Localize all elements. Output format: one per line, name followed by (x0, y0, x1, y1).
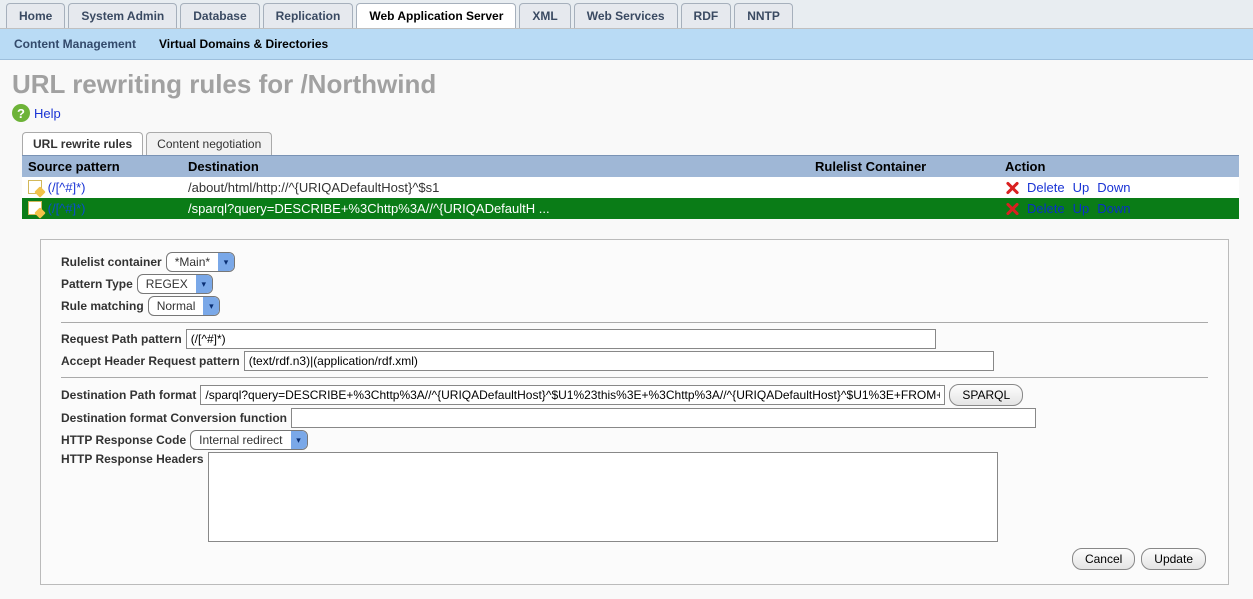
delete-icon[interactable] (1005, 202, 1019, 216)
tab-nntp[interactable]: NNTP (734, 3, 793, 28)
destination-path-format-label: Destination Path format (61, 388, 196, 402)
sparql-button[interactable]: SPARQL (949, 384, 1023, 406)
rule-matching-label: Rule matching (61, 299, 144, 313)
down-link[interactable]: Down (1097, 201, 1130, 216)
tab-rdf[interactable]: RDF (681, 3, 732, 28)
delete-link[interactable]: Delete (1027, 201, 1065, 216)
table-row[interactable]: (/[^#]*) /sparql?query=DESCRIBE+%3Chttp%… (22, 198, 1239, 219)
http-response-headers-label: HTTP Response Headers (61, 452, 204, 466)
destination-cell: /sparql?query=DESCRIBE+%3Chttp%3A//^{URI… (182, 198, 809, 219)
pattern-type-select[interactable]: REGEX▾ (137, 274, 213, 294)
down-link[interactable]: Down (1097, 180, 1130, 195)
tab-database[interactable]: Database (180, 3, 259, 28)
destination-cell: /about/html/http://^{URIQADefaultHost}^$… (182, 177, 809, 198)
container-cell (809, 177, 999, 198)
source-pattern-link[interactable]: (/[^#]*) (48, 180, 86, 195)
delete-icon[interactable] (1005, 181, 1019, 195)
subtab-content-mgmt[interactable]: Content Management (10, 29, 140, 59)
accept-header-pattern-label: Accept Header Request pattern (61, 354, 240, 368)
tab-web-services[interactable]: Web Services (574, 3, 678, 28)
tab-system-admin[interactable]: System Admin (68, 3, 177, 28)
dest-conversion-input[interactable] (291, 408, 1036, 428)
pattern-type-label: Pattern Type (61, 277, 133, 291)
rulelist-container-label: Rulelist container (61, 255, 162, 269)
chevron-down-icon: ▾ (196, 275, 212, 293)
chevron-down-icon: ▾ (291, 431, 307, 449)
rules-table: Source pattern Destination Rulelist Cont… (22, 155, 1239, 219)
tab-web-app-server[interactable]: Web Application Server (356, 3, 516, 28)
chevron-down-icon: ▾ (218, 253, 234, 271)
up-link[interactable]: Up (1073, 201, 1090, 216)
tab-replication[interactable]: Replication (263, 3, 354, 28)
help-link[interactable]: Help (34, 106, 61, 121)
tab-home[interactable]: Home (6, 3, 65, 28)
http-response-code-label: HTTP Response Code (61, 433, 186, 447)
rule-matching-select[interactable]: Normal▾ (148, 296, 221, 316)
sub-tabbar: Content Management Virtual Domains & Dir… (0, 29, 1253, 60)
help-icon: ? (12, 104, 30, 122)
rulelist-container-select[interactable]: *Main*▾ (166, 252, 235, 272)
subtab-virtual-domains[interactable]: Virtual Domains & Directories (155, 29, 332, 59)
col-destination: Destination (182, 156, 809, 178)
http-response-code-select[interactable]: Internal redirect▾ (190, 430, 307, 450)
request-path-pattern-input[interactable] (186, 329, 936, 349)
http-response-headers-textarea[interactable] (208, 452, 998, 542)
col-action: Action (999, 156, 1239, 178)
edit-icon[interactable] (28, 201, 42, 215)
delete-link[interactable]: Delete (1027, 180, 1065, 195)
source-pattern-link[interactable]: (/[^#]*) (48, 201, 86, 216)
accept-header-pattern-input[interactable] (244, 351, 994, 371)
col-source-pattern: Source pattern (22, 156, 182, 178)
container-cell (809, 198, 999, 219)
inner-tab-content-negotiation[interactable]: Content negotiation (146, 132, 272, 155)
table-row[interactable]: (/[^#]*) /about/html/http://^{URIQADefau… (22, 177, 1239, 198)
top-tabbar: Home System Admin Database Replication W… (0, 0, 1253, 29)
cancel-button[interactable]: Cancel (1072, 548, 1135, 570)
edit-icon[interactable] (28, 180, 42, 194)
tab-xml[interactable]: XML (519, 3, 570, 28)
dest-conversion-label: Destination format Conversion function (61, 411, 287, 425)
rule-edit-form: Rulelist container *Main*▾ Pattern Type … (40, 239, 1229, 585)
destination-path-format-input[interactable] (200, 385, 945, 405)
inner-tab-url-rewrite[interactable]: URL rewrite rules (22, 132, 143, 155)
inner-tabs: URL rewrite rules Content negotiation (22, 132, 1239, 155)
chevron-down-icon: ▾ (203, 297, 219, 315)
up-link[interactable]: Up (1073, 180, 1090, 195)
col-rulelist-container: Rulelist Container (809, 156, 999, 178)
request-path-pattern-label: Request Path pattern (61, 332, 182, 346)
update-button[interactable]: Update (1141, 548, 1206, 570)
page-title: URL rewriting rules for /Northwind (0, 60, 1253, 104)
